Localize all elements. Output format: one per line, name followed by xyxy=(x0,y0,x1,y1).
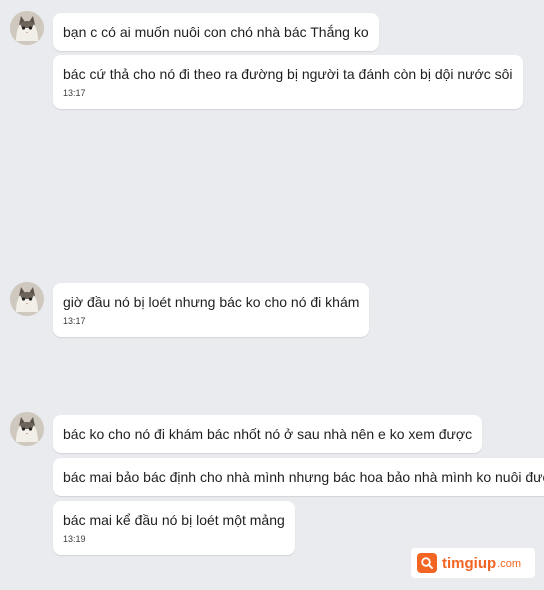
message-timestamp: 13:17 xyxy=(63,316,86,326)
watermark-suffix: .com xyxy=(497,558,521,570)
sender-avatar[interactable] xyxy=(10,412,44,446)
message-bubble[interactable]: bác ko cho nó đi khám bác nhốt nó ở sau … xyxy=(53,415,483,453)
cat-avatar-icon xyxy=(10,11,44,45)
magnifier-icon xyxy=(417,553,437,573)
message-bubble[interactable]: giờ đầu nó bị loét nhưng bác ko cho nó đ… xyxy=(53,283,370,337)
watermark-name: timgiup xyxy=(442,554,497,572)
message-text: bạn c có ai muốn nuôi con chó nhà bác Th… xyxy=(63,24,369,40)
message-bubble[interactable]: bạn c có ai muốn nuôi con chó nhà bác Th… xyxy=(53,13,379,51)
message-bubble[interactable]: bác cứ thả cho nó đi theo ra đường bị ng… xyxy=(53,55,523,109)
sender-avatar[interactable] xyxy=(10,11,44,45)
message-text: bác mai kể đầu nó bị loét một mảng xyxy=(63,512,285,528)
sender-avatar[interactable] xyxy=(10,282,44,316)
message-bubble[interactable]: bác mai bảo bác định cho nhà mình nhưng … xyxy=(53,458,544,496)
cat-avatar-icon xyxy=(10,412,44,446)
message-timestamp: 13:17 xyxy=(63,88,86,98)
message-timestamp: 13:19 xyxy=(63,534,86,544)
message-text: bác mai bảo bác định cho nhà mình nhưng … xyxy=(63,469,544,485)
message-text: bác ko cho nó đi khám bác nhốt nó ở sau … xyxy=(63,426,473,442)
cat-avatar-icon xyxy=(10,282,44,316)
watermark-logo: timgiup .com xyxy=(411,548,535,578)
message-text: bác cứ thả cho nó đi theo ra đường bị ng… xyxy=(63,66,513,82)
message-text: giờ đầu nó bị loét nhưng bác ko cho nó đ… xyxy=(63,294,360,310)
message-bubble[interactable]: bác mai kể đầu nó bị loét một mảng 13:19 xyxy=(53,501,295,555)
